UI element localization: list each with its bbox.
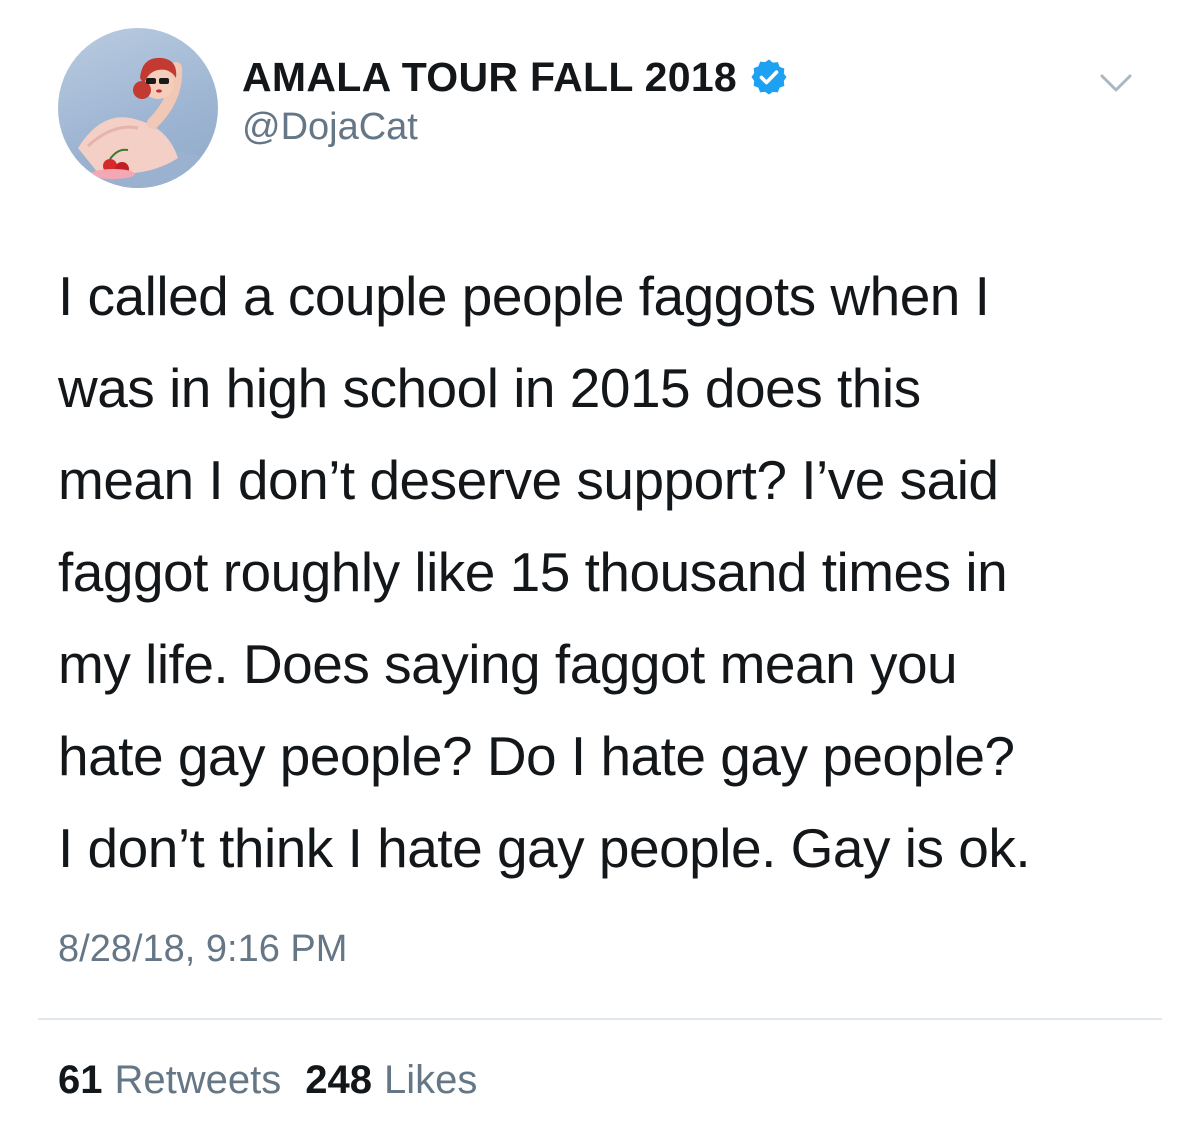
tweet-text-line: faggot roughly like 15 thousand times in	[58, 541, 1008, 603]
tweet-stats: 61 Retweets 248 Likes	[58, 1058, 477, 1103]
likes-stat[interactable]: 248 Likes	[305, 1058, 477, 1103]
display-name-row: AMALA TOUR FALL 2018	[242, 52, 789, 102]
tweet-card: AMALA TOUR FALL 2018 @DojaCat I called a…	[0, 0, 1200, 1137]
tweet-text-line: hate gay people? Do I hate gay people?	[58, 725, 1015, 787]
tweet-text-line: mean I don’t deserve support? I’ve said	[58, 449, 999, 511]
verified-badge-icon	[749, 57, 789, 97]
avatar[interactable]	[58, 28, 218, 188]
tweet-text-line: was in high school in 2015 does this	[58, 357, 921, 419]
likes-count: 248	[305, 1058, 372, 1102]
author-handle[interactable]: @DojaCat	[242, 106, 789, 149]
retweets-stat[interactable]: 61 Retweets	[58, 1058, 281, 1103]
author-info: AMALA TOUR FALL 2018 @DojaCat	[242, 52, 789, 149]
retweets-count: 61	[58, 1058, 103, 1102]
divider	[38, 1018, 1162, 1020]
tweet-text-line: I called a couple people faggots when I	[58, 265, 990, 327]
tweet-timestamp[interactable]: 8/28/18, 9:16 PM	[58, 928, 347, 971]
profile-avatar-image	[58, 57, 218, 188]
tweet-text: I called a couple people faggots when I …	[58, 250, 1158, 894]
chevron-down-icon[interactable]	[1098, 68, 1134, 96]
likes-label: Likes	[384, 1058, 478, 1102]
tweet-header: AMALA TOUR FALL 2018 @DojaCat	[58, 28, 1158, 188]
display-name[interactable]: AMALA TOUR FALL 2018	[242, 54, 737, 101]
tweet-text-line: my life. Does saying faggot mean you	[58, 633, 958, 695]
tweet-text-line: I don’t think I hate gay people. Gay is …	[58, 817, 1031, 879]
retweets-label: Retweets	[114, 1058, 282, 1102]
